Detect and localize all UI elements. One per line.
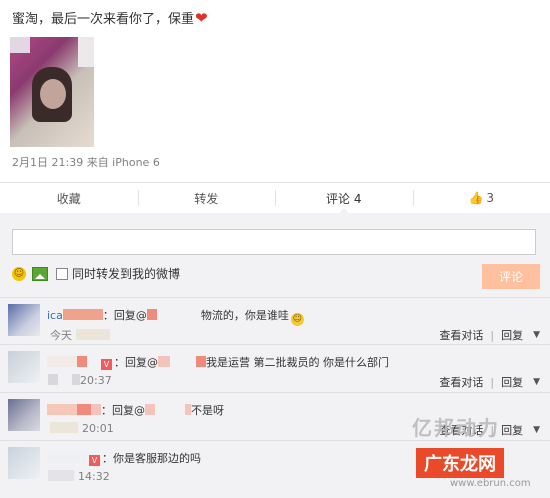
post-card: 蜜淘，最后一次来看你了，保重❤ 2月1日 21:39 来自 iPhone 6 bbox=[0, 0, 550, 182]
chevron-down-icon[interactable]: ▼ bbox=[533, 425, 540, 435]
heart-icon: ❤ bbox=[195, 9, 208, 27]
comment-actions: 查看对话 | 回复 ▼ bbox=[439, 374, 540, 390]
repost-button[interactable]: 转发 bbox=[137, 183, 276, 213]
comment-time: 20:37 bbox=[48, 374, 112, 387]
comment-content: ：你是客服那边的吗 bbox=[102, 452, 201, 465]
view-conversation-link[interactable]: 查看对话 bbox=[439, 327, 483, 343]
view-conversation-link[interactable]: 查看对话 bbox=[439, 374, 483, 390]
post-meta: 2月1日 21:39 来自 iPhone 6 bbox=[12, 156, 160, 169]
comment-actions: 查看对话 | 回复 ▼ bbox=[439, 327, 540, 343]
chevron-down-icon[interactable]: ▼ bbox=[533, 330, 540, 340]
watermark-logo: 广东龙网 bbox=[416, 448, 504, 478]
comment-line: V ：你是客服那边的吗 bbox=[47, 450, 201, 466]
comment-time: 今天 bbox=[50, 327, 110, 343]
watermark-url: www.ebrun.com bbox=[450, 478, 531, 489]
comment-line: ：回复@ 不是呀 bbox=[47, 402, 224, 418]
vip-badge-icon: V bbox=[101, 359, 112, 370]
emoji-face-icon: ☺ bbox=[290, 313, 304, 326]
comment-input[interactable] bbox=[12, 229, 536, 255]
emoji-icon[interactable]: ☺ bbox=[12, 266, 26, 281]
comment-line: V ：回复@ 我是运营 第二批裁员的 你是什么部门 bbox=[47, 354, 389, 370]
composer-tools: ☺ 同时转发到我的微博 bbox=[12, 265, 180, 282]
watermark-text: 亿邦动力 bbox=[412, 416, 500, 440]
repost-checkbox-label[interactable]: 同时转发到我的微博 bbox=[72, 265, 180, 282]
thumbs-up-icon: 👍 bbox=[468, 191, 484, 205]
reply-link[interactable]: 回复 bbox=[501, 422, 523, 438]
reply-link[interactable]: 回复 bbox=[501, 327, 523, 343]
comment-content: 我是运营 第二批裁员的 你是什么部门 bbox=[206, 356, 389, 369]
post-text: 蜜淘，最后一次来看你了，保重❤ bbox=[12, 8, 208, 27]
avatar[interactable] bbox=[8, 447, 40, 479]
comment-time: 14:32 bbox=[48, 470, 110, 483]
comment-content: 物流的，你是谁哇 bbox=[200, 309, 289, 322]
avatar[interactable] bbox=[8, 304, 40, 336]
image-icon[interactable] bbox=[32, 266, 48, 281]
post-photo[interactable] bbox=[10, 37, 94, 147]
vip-badge-icon: V bbox=[89, 455, 100, 466]
avatar[interactable] bbox=[8, 399, 40, 431]
repost-checkbox[interactable] bbox=[56, 267, 68, 280]
comment-item: V ：回复@ 我是运营 第二批裁员的 你是什么部门 20:37 查看对话 | 回复 ▼ bbox=[0, 344, 550, 393]
post-text-content: 蜜淘，最后一次来看你了，保重 bbox=[12, 12, 195, 27]
like-button[interactable]: 👍 3 bbox=[412, 183, 550, 213]
post-action-bar: 收藏 转发 评论 4 👍 3 bbox=[0, 182, 550, 214]
avatar[interactable] bbox=[8, 351, 40, 383]
submit-comment-button[interactable]: 评论 bbox=[482, 264, 540, 289]
comment-item: ica ：回复@ 物流的，你是谁哇 ☺ 今天 查看对话 | 回复 ▼ bbox=[0, 297, 550, 346]
comment-line: ica ：回复@ 物流的，你是谁哇 ☺ bbox=[47, 309, 304, 326]
comment-time: 20:01 bbox=[50, 422, 114, 435]
comment-content: 不是呀 bbox=[191, 404, 224, 417]
chevron-down-icon[interactable]: ▼ bbox=[533, 377, 540, 387]
reply-link[interactable]: 回复 bbox=[501, 374, 523, 390]
collect-button[interactable]: 收藏 bbox=[0, 183, 138, 213]
commenter-name[interactable]: ica bbox=[47, 309, 63, 322]
comment-tab[interactable]: 评论 4 bbox=[275, 183, 413, 214]
